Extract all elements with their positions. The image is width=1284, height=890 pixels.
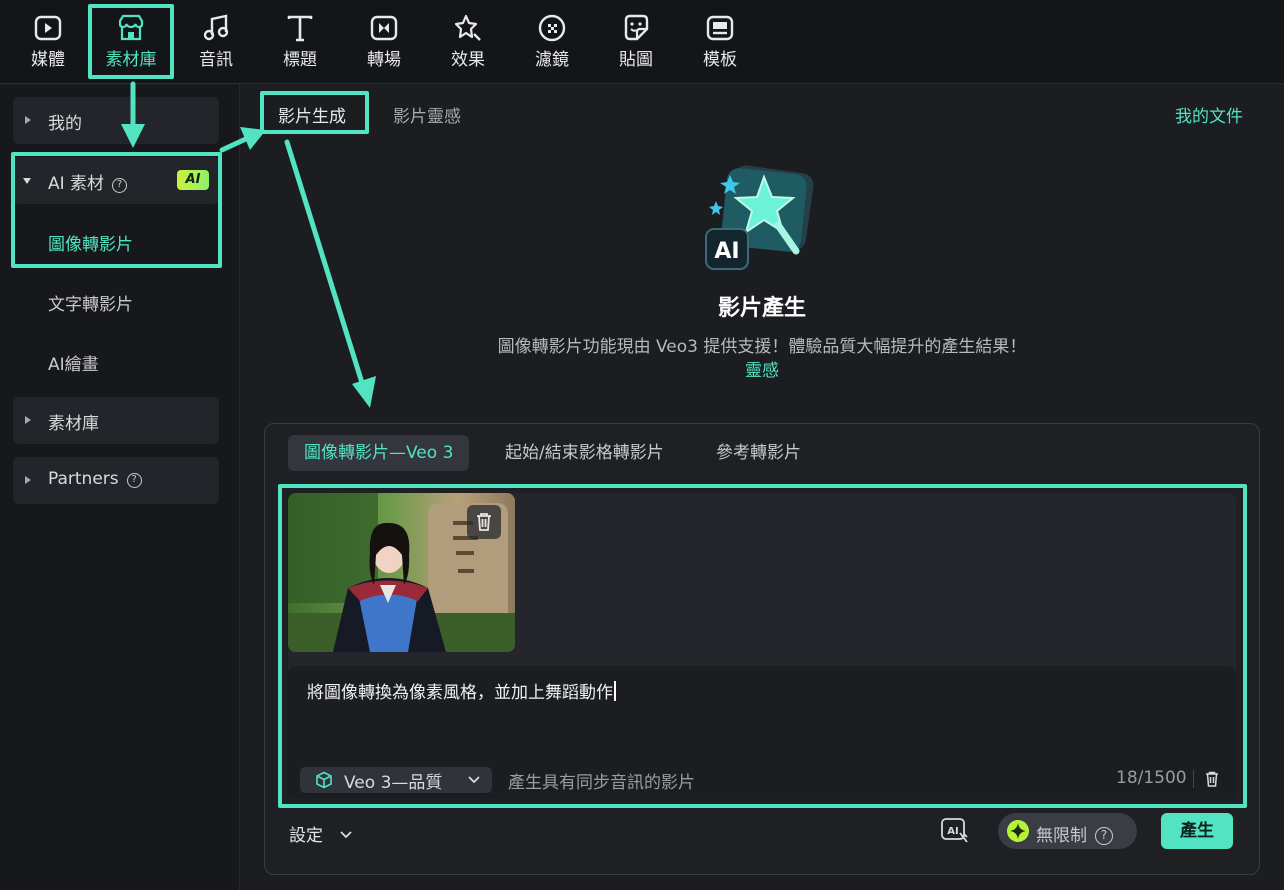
ai-video-hero-icon: AI [705,165,814,270]
expand-arrow-icon [25,476,31,484]
toolbar-filters[interactable]: 濾鏡 [516,8,588,78]
collapse-arrow-icon [23,178,31,184]
toolbar-audio-label: 音訊 [199,50,233,70]
model-selector[interactable]: Veo 3—品質 [300,767,492,793]
help-icon[interactable]: ? [1095,827,1113,845]
clear-prompt-icon[interactable] [1203,770,1221,788]
music-note-icon [203,14,229,41]
model-selector-label: Veo 3—品質 [344,773,443,793]
credits-text: 無限制? [1036,821,1113,846]
hero-title: 影片產生 [717,296,806,321]
sidebar-group-library[interactable]: 素材庫 [13,397,219,444]
toolbar-stickers[interactable]: 貼圖 [600,8,672,78]
credits-unlimited-badge[interactable]: 無限制? [998,813,1137,849]
effects-icon [454,14,481,41]
toolbar-titles[interactable]: 標題 [264,8,336,78]
toolbar-media[interactable]: 媒體 [12,8,84,78]
sidebar-group-library-label: 素材庫 [48,414,99,434]
cube-icon [316,771,332,789]
tab-video-inspiration[interactable]: 影片靈感 [393,102,461,127]
sidebar-group-ai[interactable]: AI 素材? AI [13,157,219,204]
sidebar-group-partners-label: Partners [48,469,119,489]
sidebar-group-my[interactable]: 我的 [13,97,219,144]
sidebar-group-partners-text: Partners? [48,469,142,489]
tab-video-generation[interactable]: 影片生成 [278,102,346,127]
sparkle-icon [1007,820,1029,842]
sidebar-group-partners[interactable]: Partners? [13,457,219,504]
ai-badge: AI [177,170,209,190]
sidebar-group-my-label: 我的 [48,114,82,134]
tab-reference-to-video[interactable]: 參考轉影片 [700,435,817,471]
store-icon [118,14,144,41]
svg-text:AI: AI [714,239,739,264]
toolbar-effects[interactable]: 效果 [432,8,504,78]
help-icon[interactable]: ? [126,473,142,488]
tab-image-to-video-veo3[interactable]: 圖像轉影片—Veo 3 [288,435,470,471]
tab-start-end-frame[interactable]: 起始/結束影格轉影片 [489,435,680,471]
hero-subtitle: 圖像轉影片功能現由 Veo3 提供支援！體驗品質大幅提升的產生結果！ [497,337,1027,357]
my-files-link[interactable]: 我的文件 [1175,102,1243,127]
toolbar-templates[interactable]: 模板 [684,8,756,78]
divider [1193,770,1194,788]
sidebar-group-ai-label: AI 素材 [48,174,105,194]
toolbar-transitions-label: 轉場 [367,50,401,70]
prompt-text-line: 將圖像轉換為像素風格，並加上舞蹈動作 [307,678,616,703]
toolbar-titles-label: 標題 [283,50,317,70]
expand-arrow-icon [25,416,31,424]
toolbar-media-label: 媒體 [31,50,65,70]
help-icon[interactable]: ? [112,178,128,193]
transition-icon [370,15,398,41]
top-toolbar: 媒體 素材庫 音訊 標題 轉場 效果 濾鏡 貼圖 模板 [0,0,1284,84]
character-counter: 18/1500 [1116,768,1187,788]
media-icon [34,15,62,41]
audio-sync-hint: 產生具有同步音訊的影片 [508,773,695,793]
toolbar-audio[interactable]: 音訊 [180,8,252,78]
template-icon [706,15,734,41]
toolbar-transitions[interactable]: 轉場 [348,8,420,78]
toolbar-stock-label: 素材庫 [105,50,157,70]
text-caret [614,681,616,701]
text-icon [287,15,313,42]
remove-image-button[interactable] [467,505,501,539]
filter-icon [538,14,566,42]
app-window: 媒體 素材庫 音訊 標題 轉場 效果 濾鏡 貼圖 模板 我的 AI 素材 ? A… [0,0,1284,890]
settings-dropdown[interactable]: 設定 [289,821,353,846]
svg-text:AI: AI [947,826,958,837]
sidebar-group-ai-text: AI 素材? [48,169,128,194]
prompt-text: 將圖像轉換為像素風格，並加上舞蹈動作 [307,683,613,703]
settings-label: 設定 [289,826,323,846]
chevron-down-icon [340,831,353,839]
generate-button[interactable]: 產生 [1161,813,1233,849]
toolbar-filters-label: 濾鏡 [535,50,569,70]
toolbar-effects-label: 效果 [451,50,485,70]
toolbar-templates-label: 模板 [703,50,737,70]
trash-icon [477,513,491,531]
toolbar-stock[interactable]: 素材庫 [95,8,167,78]
expand-arrow-icon [25,116,31,124]
sidebar-item-image-to-video[interactable]: 圖像轉影片 [48,230,133,255]
credits-label: 無限制 [1036,826,1087,846]
sticker-icon [624,14,649,41]
toolbar-stickers-label: 貼圖 [619,50,653,70]
chevron-down-icon [468,776,480,784]
hero-inspiration-link[interactable]: 靈感 [0,356,1284,381]
ai-enhance-icon[interactable]: AI [940,817,970,845]
